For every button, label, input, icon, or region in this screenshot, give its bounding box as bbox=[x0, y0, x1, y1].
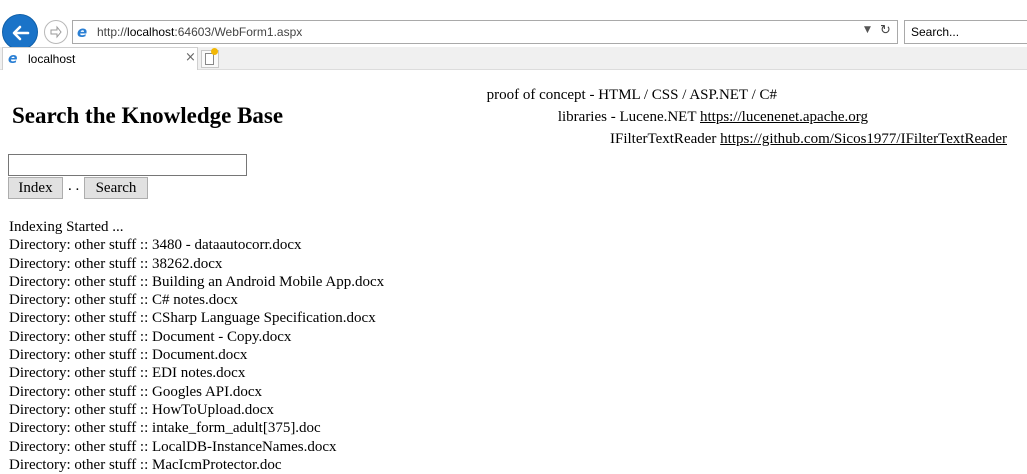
ifilter-link[interactable]: https://github.com/Sicos1977/IFilterText… bbox=[720, 131, 1007, 147]
log-line: Directory: other stuff :: CSharp Languag… bbox=[9, 310, 376, 327]
url-path: :64603/WebForm1.aspx bbox=[174, 25, 303, 39]
url-text[interactable]: http://localhost:64603/WebForm1.aspx bbox=[97, 24, 302, 40]
log-line: Directory: other stuff :: Document.docx bbox=[9, 347, 248, 364]
log-line: Directory: other stuff :: EDI notes.docx bbox=[9, 365, 246, 382]
address-bar[interactable]: e http://localhost:64603/WebForm1.aspx ▼… bbox=[72, 20, 898, 44]
back-arrow-icon bbox=[12, 25, 30, 41]
chevron-down-icon[interactable]: ▼ bbox=[864, 25, 871, 35]
button-separator: . . bbox=[68, 178, 80, 194]
browser-search-box[interactable] bbox=[904, 20, 1027, 44]
new-tab-button[interactable] bbox=[201, 48, 219, 68]
url-prefix: http:// bbox=[97, 25, 128, 39]
credit-line-concept: proof of concept - HTML / CSS / ASP.NET … bbox=[486, 87, 777, 103]
back-button[interactable] bbox=[2, 14, 38, 50]
log-line: Directory: other stuff :: LocalDB-Instan… bbox=[9, 438, 337, 455]
lucene-link[interactable]: https://lucenenet.apache.org bbox=[700, 109, 868, 125]
ie-logo-icon: e bbox=[77, 23, 88, 41]
url-host: localhost bbox=[127, 25, 175, 39]
credits-block: proof of concept - HTML / CSS / ASP.NET … bbox=[487, 84, 1007, 150]
credit-line-lucene: libraries - Lucene.NET https://lucenenet… bbox=[487, 106, 1007, 128]
log-line: Directory: other stuff :: MacIcmProtecto… bbox=[9, 456, 282, 473]
log-line: Directory: other stuff :: Building an An… bbox=[9, 273, 385, 290]
browser-chrome: e http://localhost:64603/WebForm1.aspx ▼… bbox=[0, 0, 1027, 70]
tab-strip: e localhost × bbox=[0, 47, 1027, 70]
browser-search-input[interactable] bbox=[911, 22, 1021, 42]
refresh-icon[interactable]: ↻ bbox=[880, 23, 891, 38]
credit-line-ifilter: IFilterTextReader https://github.com/Sic… bbox=[487, 128, 1007, 150]
search-query-input[interactable] bbox=[8, 154, 247, 176]
forward-button[interactable] bbox=[44, 20, 68, 44]
lucene-label: libraries - Lucene.NET bbox=[557, 109, 700, 125]
indexing-log: Indexing Started ... Directory: other stu… bbox=[9, 218, 384, 474]
search-button[interactable]: Search bbox=[84, 177, 148, 199]
log-line: Directory: other stuff :: Googles API.do… bbox=[9, 383, 263, 400]
log-line: Directory: other stuff :: 38262.docx bbox=[9, 255, 223, 272]
log-line: Directory: other stuff :: HowToUpload.do… bbox=[9, 401, 274, 418]
ifilter-label: IFilterTextReader bbox=[610, 131, 721, 147]
forward-arrow-icon bbox=[50, 25, 62, 39]
log-line: Directory: other stuff :: 3480 - dataaut… bbox=[9, 237, 302, 254]
log-line: Indexing Started ... bbox=[9, 219, 124, 235]
log-line: Directory: other stuff :: C# notes.docx bbox=[9, 292, 238, 309]
tab-localhost[interactable]: e localhost × bbox=[2, 47, 198, 70]
page-title: Search the Knowledge Base bbox=[12, 103, 284, 128]
tab-label: localhost bbox=[28, 52, 76, 66]
new-tab-star-icon bbox=[211, 48, 218, 55]
log-line: Directory: other stuff :: Document - Cop… bbox=[9, 328, 292, 345]
log-line: Directory: other stuff :: intake_form_ad… bbox=[9, 420, 321, 437]
close-icon[interactable]: × bbox=[185, 50, 196, 65]
ie-favicon-icon: e bbox=[8, 51, 18, 67]
index-button[interactable]: Index bbox=[8, 177, 63, 199]
